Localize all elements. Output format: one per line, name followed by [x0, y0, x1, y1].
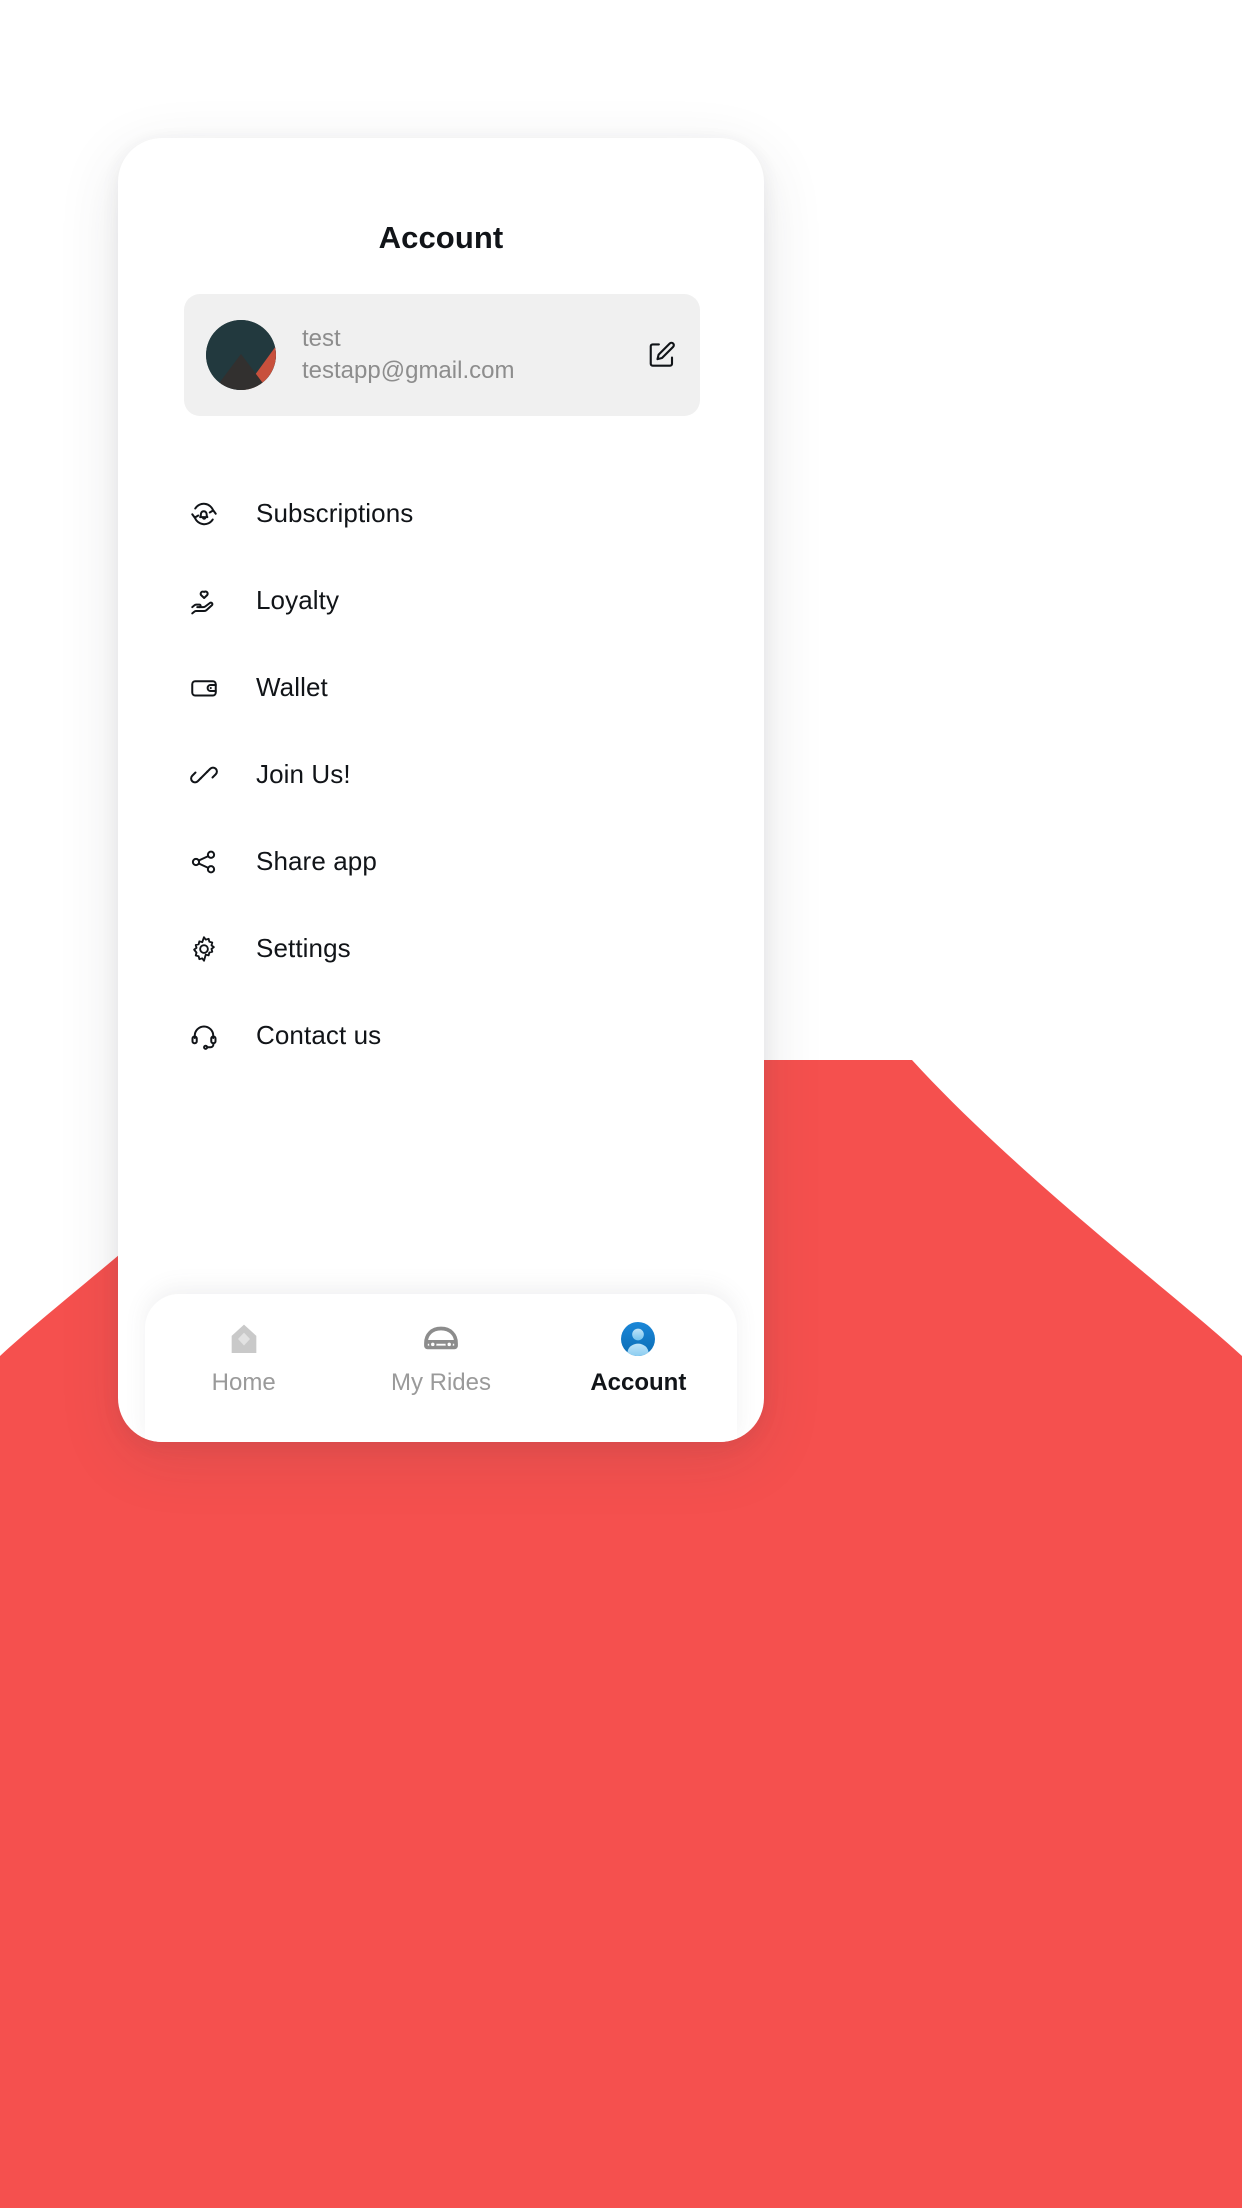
house-icon [224, 1318, 264, 1360]
menu-item-label: Subscriptions [256, 498, 414, 528]
menu-item-wallet[interactable]: Wallet [118, 644, 764, 731]
wallet-icon [184, 668, 224, 708]
menu-item-label: Wallet [256, 672, 328, 702]
red-backdrop-base [0, 1440, 1242, 2208]
gear-icon [184, 929, 224, 969]
nav-item-label: Account [590, 1369, 687, 1396]
headset-icon [184, 1016, 224, 1056]
edit-profile-button[interactable] [644, 337, 680, 373]
car-icon [420, 1318, 462, 1360]
account-screen-card: Account test testapp@gmail.com Subscript… [118, 138, 764, 1442]
share-nodes-icon [184, 842, 224, 882]
user-avatar-image [206, 320, 276, 390]
edit-pencil-icon [649, 341, 675, 367]
nav-item-home[interactable]: Home [145, 1318, 342, 1397]
nav-item-label: Home [211, 1369, 276, 1396]
menu-item-share-app[interactable]: Share app [118, 818, 764, 905]
nav-item-label: My Rides [390, 1369, 491, 1396]
menu-item-label: Contact us [256, 1020, 382, 1050]
menu-item-label: Loyalty [256, 585, 340, 615]
menu-item-subscriptions[interactable]: Subscriptions [118, 470, 764, 557]
menu-item-label: Share app [256, 846, 377, 876]
nav-item-my-rides[interactable]: My Rides [342, 1318, 539, 1397]
account-menu-list: Subscriptions Loyalty Wallet Join Us! Sh… [118, 470, 764, 1079]
menu-item-contact-us[interactable]: Contact us [118, 992, 764, 1079]
profile-name: test [302, 325, 341, 353]
profile-card[interactable]: test testapp@gmail.com [184, 294, 700, 416]
menu-item-label: Join Us! [256, 759, 351, 789]
bottom-navigation-bar: Home My Rides Account [145, 1294, 737, 1442]
heart-in-hand-icon [184, 581, 224, 621]
menu-item-settings[interactable]: Settings [118, 905, 764, 992]
profile-email: testapp@gmail.com [302, 357, 515, 384]
page-title: Account [378, 220, 504, 255]
menu-item-label: Settings [256, 933, 351, 963]
profile-text-block: test testapp@gmail.com [302, 323, 644, 386]
nav-item-account[interactable]: Account [540, 1318, 737, 1397]
red-backdrop-shape-right [912, 1060, 1242, 2208]
subscription-refresh-bell-icon [184, 494, 224, 534]
chain-link-icon [184, 755, 224, 795]
menu-item-loyalty[interactable]: Loyalty [118, 557, 764, 644]
avatar [206, 320, 276, 390]
menu-item-join-us[interactable]: Join Us! [118, 731, 764, 818]
person-circle-icon [618, 1318, 658, 1360]
